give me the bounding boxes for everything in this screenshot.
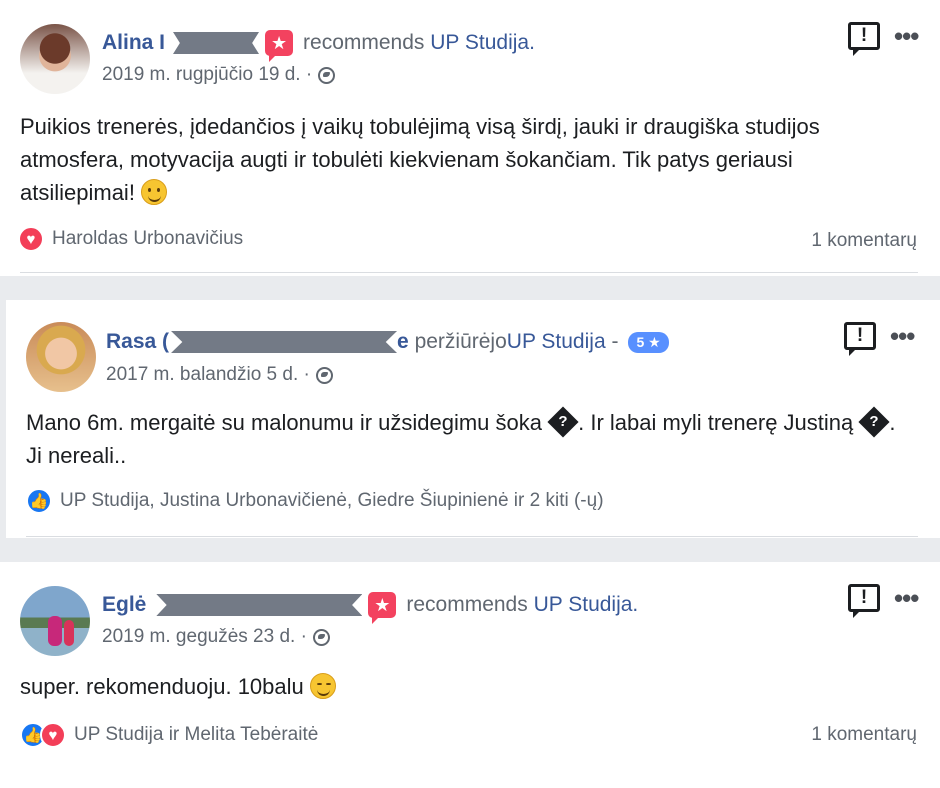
unknown-glyph-icon: ?: [547, 406, 579, 438]
post-meta: 2017 m. balandžio 5 d. ·: [106, 364, 333, 386]
globe-icon: [312, 628, 330, 646]
reactions-summary[interactable]: ♥ Haroldas Urbonavičius: [18, 226, 243, 252]
post-meta: 2019 m. rugpjūčio 19 d. ·: [102, 64, 336, 86]
unknown-glyph-icon: ?: [858, 406, 890, 438]
avatar[interactable]: [20, 24, 90, 94]
post-meta: 2019 m. gegužės 23 d. ·: [102, 626, 330, 648]
post-date[interactable]: 2019 m. gegužės 23 d. ·: [102, 626, 307, 648]
report-icon[interactable]: !: [844, 322, 876, 356]
avatar[interactable]: [20, 586, 90, 656]
avatar[interactable]: [26, 322, 96, 392]
divider: [20, 272, 918, 273]
rating-badge: 5 ★: [628, 331, 669, 353]
recommend-icon: ★: [368, 592, 397, 624]
comments-count[interactable]: 1 komentarų: [811, 724, 917, 746]
post-body-text: Puikios trenerės, įdedančios į vaikų tob…: [20, 114, 820, 205]
post-card: Eglė ★ recommends UP Studija. 2019 m. ge…: [0, 562, 940, 788]
post-body: super. rekomenduoju. 10balu: [20, 670, 900, 703]
comments-count[interactable]: 1 komentarų: [811, 230, 917, 252]
author-name[interactable]: Alina I: [102, 31, 165, 55]
action-text: peržiūrėjo: [414, 330, 507, 353]
globe-icon: [315, 366, 333, 384]
post-body-text: Mano 6m. mergaitė su malonumu ir užsideg…: [26, 410, 543, 435]
post-body-text: . Ir labai myli trenerę Justiną: [578, 410, 854, 435]
separator: -: [611, 330, 619, 353]
blush-emoji-icon: [309, 673, 336, 699]
page-link[interactable]: UP Studija.: [534, 593, 639, 617]
author-name[interactable]: Rasa (: [106, 330, 169, 354]
reactions-summary[interactable]: 👍 UP Studija, Justina Urbonavičienė, Gie…: [26, 488, 604, 514]
more-options-icon[interactable]: •••: [890, 323, 915, 349]
post-header: Rasa ( e peržiūrėjo UP Studija - 5 ★: [106, 330, 669, 354]
post-card: Alina I ★ recommends UP Studija. 2019 m.…: [0, 0, 940, 276]
page-link[interactable]: UP Studija.: [430, 31, 535, 55]
reactions-label[interactable]: Haroldas Urbonavičius: [52, 228, 243, 250]
reactions-label[interactable]: UP Studija ir Melita Tebėraitė: [74, 724, 318, 746]
author-name-tail[interactable]: e: [397, 330, 409, 354]
post-header: Alina I ★ recommends UP Studija.: [102, 30, 535, 62]
page-link[interactable]: UP Studija: [507, 330, 606, 354]
redacted-name: [171, 331, 398, 353]
post-header: Eglė ★ recommends UP Studija.: [102, 592, 639, 624]
divider: [26, 536, 918, 537]
report-icon[interactable]: !: [848, 22, 880, 56]
reactions-summary[interactable]: 👍 ♥ UP Studija ir Melita Tebėraitė: [20, 722, 318, 748]
smile-emoji-icon: [141, 179, 168, 205]
redacted-name: [173, 32, 260, 54]
heart-reaction-icon: ♥: [40, 722, 66, 748]
post-card: Rasa ( e peržiūrėjo UP Studija - 5 ★ 2017…: [6, 300, 940, 538]
report-icon[interactable]: !: [848, 584, 880, 618]
post-body-text: super. rekomenduoju. 10balu: [20, 674, 304, 699]
reactions-label[interactable]: UP Studija, Justina Urbonavičienė, Giedr…: [60, 490, 604, 512]
post-date[interactable]: 2017 m. balandžio 5 d. ·: [106, 364, 310, 386]
author-name[interactable]: Eglė: [102, 593, 146, 617]
action-text: recommends: [303, 31, 425, 54]
post-body: Mano 6m. mergaitė su malonumu ir užsideg…: [26, 406, 906, 472]
more-options-icon[interactable]: •••: [894, 585, 919, 611]
like-reaction-icon: 👍: [26, 488, 52, 514]
more-options-icon[interactable]: •••: [894, 23, 919, 49]
post-body: Puikios trenerės, įdedančios į vaikų tob…: [20, 110, 900, 209]
post-date[interactable]: 2019 m. rugpjūčio 19 d. ·: [102, 64, 312, 86]
action-text: recommends: [406, 593, 528, 616]
globe-icon: [318, 66, 336, 84]
recommend-icon: ★: [265, 30, 294, 62]
redacted-name: [156, 594, 363, 616]
heart-reaction-icon: ♥: [18, 226, 44, 252]
